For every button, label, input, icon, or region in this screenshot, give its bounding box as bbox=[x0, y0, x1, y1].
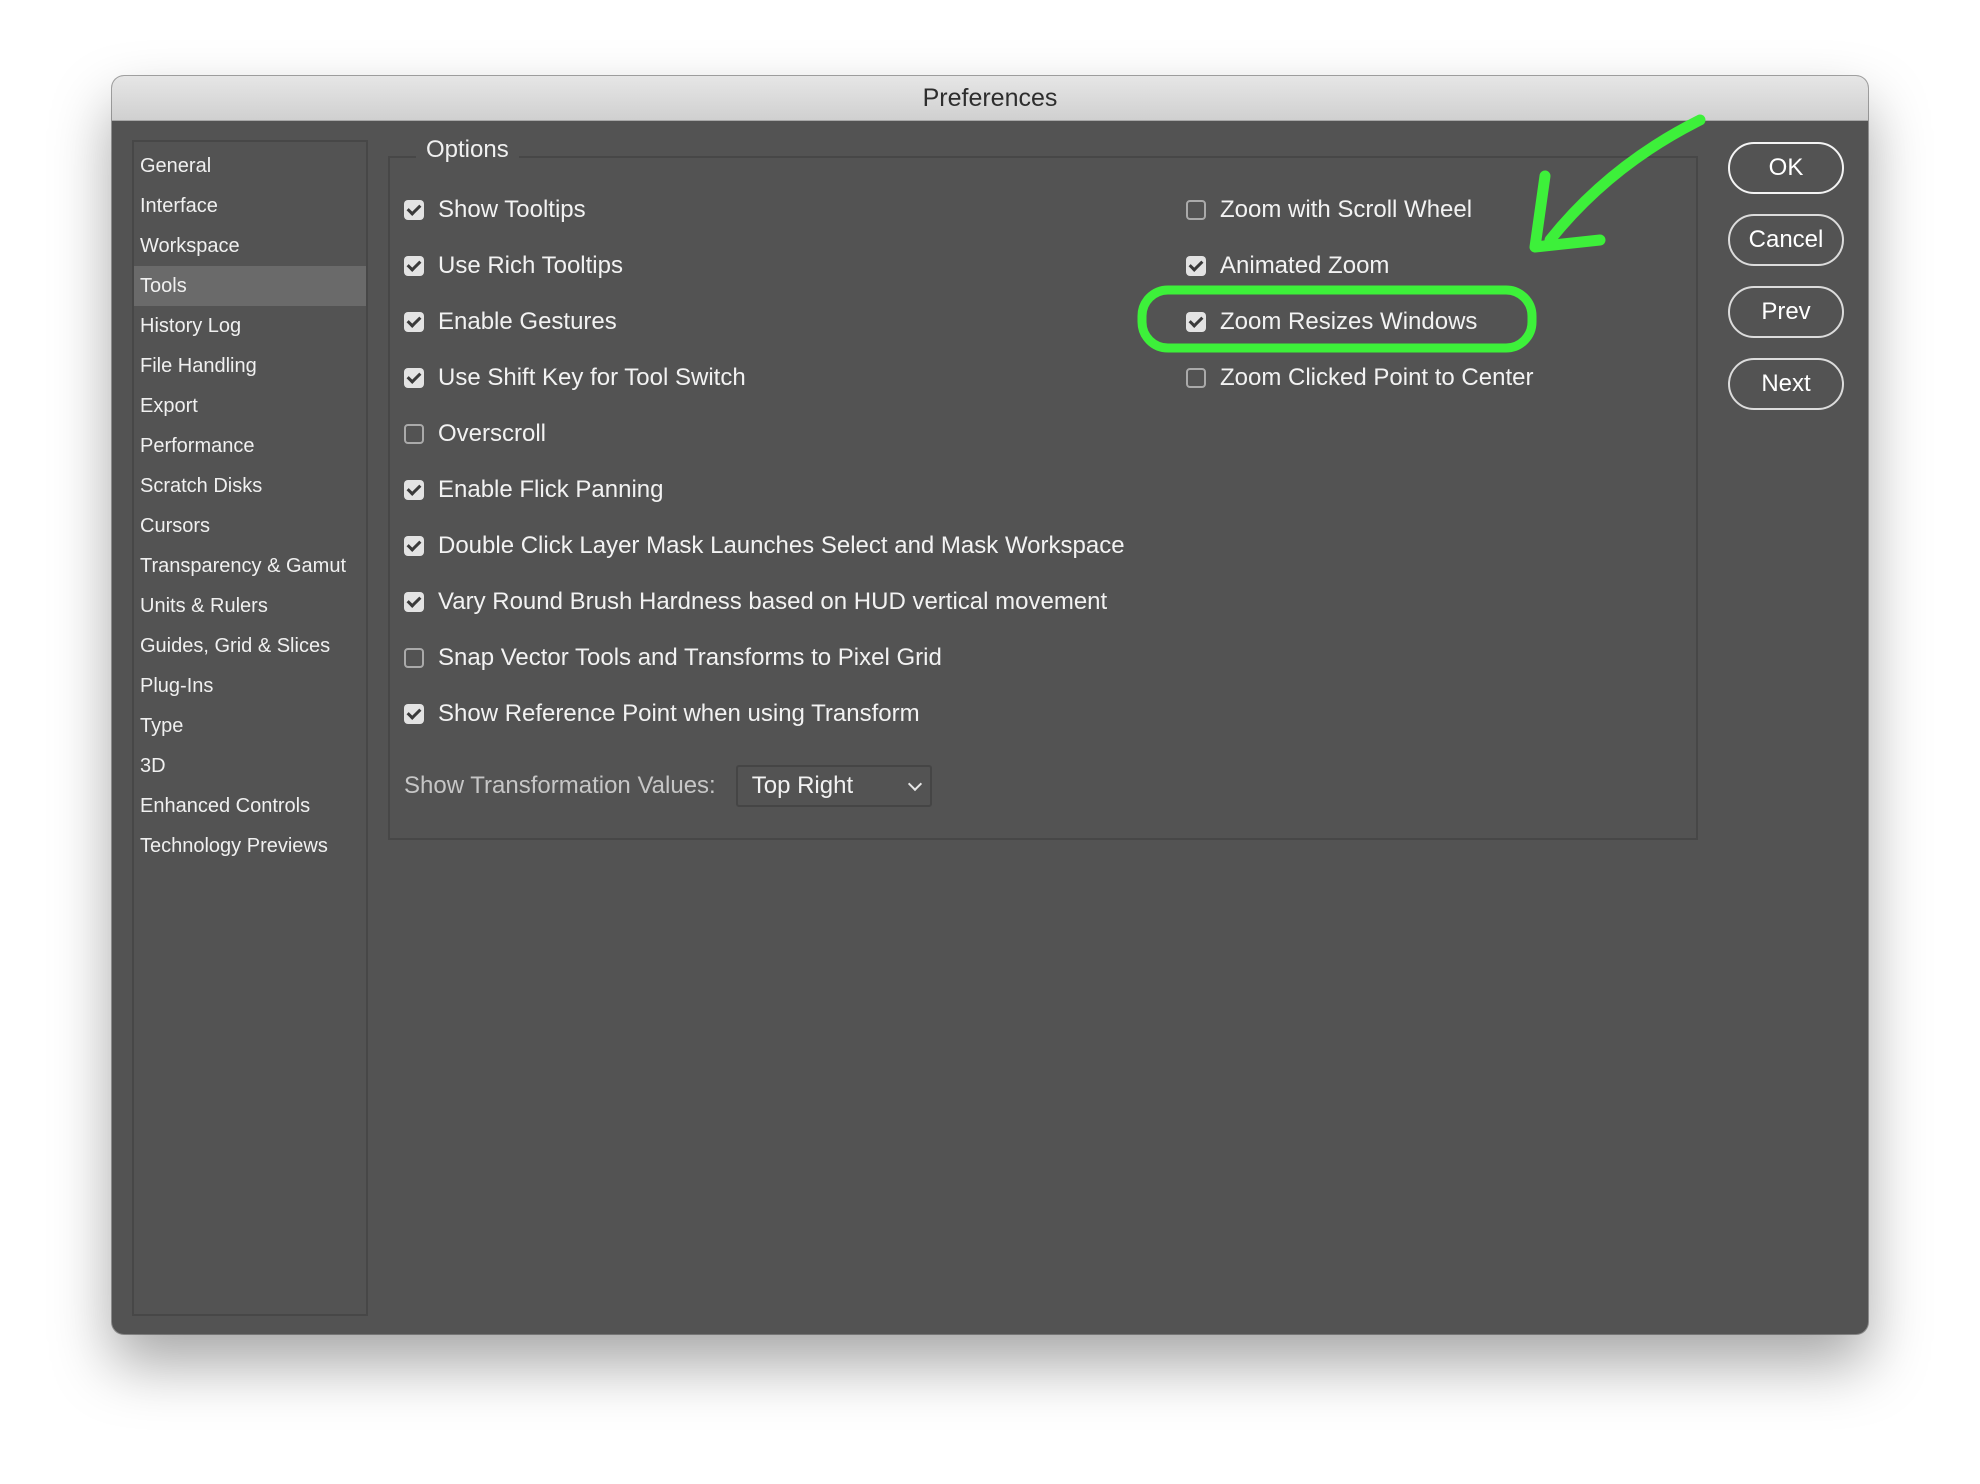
option-double-click-layer-mask[interactable]: Double Click Layer Mask Launches Select … bbox=[404, 526, 1125, 566]
option-enable-gestures[interactable]: Enable Gestures bbox=[404, 302, 617, 342]
sidebar-item-file-handling[interactable]: File Handling bbox=[134, 346, 366, 386]
sidebar-item-units-rulers[interactable]: Units & Rulers bbox=[134, 586, 366, 626]
sidebar-item-tools[interactable]: Tools bbox=[134, 266, 366, 306]
sidebar-item-scratch-disks[interactable]: Scratch Disks bbox=[134, 466, 366, 506]
option-animated-zoom[interactable]: Animated Zoom bbox=[1186, 246, 1389, 286]
checkbox-unchecked-icon[interactable] bbox=[404, 648, 424, 668]
option-label: Enable Gestures bbox=[438, 308, 617, 335]
option-zoom-resizes-windows[interactable]: Zoom Resizes Windows bbox=[1186, 302, 1477, 342]
sidebar-item-transparency-gamut[interactable]: Transparency & Gamut bbox=[134, 546, 366, 586]
sidebar-item-export[interactable]: Export bbox=[134, 386, 366, 426]
option-label: Enable Flick Panning bbox=[438, 476, 664, 503]
transformation-values-label: Show Transformation Values: bbox=[404, 772, 716, 799]
sidebar-item-history-log[interactable]: History Log bbox=[134, 306, 366, 346]
option-label: Animated Zoom bbox=[1220, 252, 1390, 279]
cancel-button[interactable]: Cancel bbox=[1728, 214, 1844, 266]
option-enable-flick-panning[interactable]: Enable Flick Panning bbox=[404, 470, 663, 510]
option-label: Zoom Clicked Point to Center bbox=[1220, 364, 1534, 391]
checkbox-checked-icon[interactable] bbox=[404, 368, 424, 388]
prev-button[interactable]: Prev bbox=[1728, 286, 1844, 338]
option-snap-vector-tools[interactable]: Snap Vector Tools and Transforms to Pixe… bbox=[404, 638, 942, 678]
option-label: Show Reference Point when using Transfor… bbox=[438, 700, 920, 727]
sidebar-item-technology-previews[interactable]: Technology Previews bbox=[134, 826, 366, 866]
checkbox-checked-icon[interactable] bbox=[404, 480, 424, 500]
sidebar-item-3d[interactable]: 3D bbox=[134, 746, 366, 786]
sidebar-item-general[interactable]: General bbox=[134, 146, 366, 186]
checkbox-unchecked-icon[interactable] bbox=[404, 424, 424, 444]
option-label: Vary Round Brush Hardness based on HUD v… bbox=[438, 588, 1108, 615]
checkbox-checked-icon[interactable] bbox=[1186, 256, 1206, 276]
checkbox-checked-icon[interactable] bbox=[404, 312, 424, 332]
next-button[interactable]: Next bbox=[1728, 358, 1844, 410]
sidebar-item-cursors[interactable]: Cursors bbox=[134, 506, 366, 546]
transformation-values-row: Show Transformation Values: Top Right bbox=[404, 764, 932, 808]
checkbox-checked-icon[interactable] bbox=[404, 256, 424, 276]
option-label: Show Tooltips bbox=[438, 196, 586, 223]
checkbox-unchecked-icon[interactable] bbox=[1186, 368, 1206, 388]
option-zoom-with-scroll-wheel[interactable]: Zoom with Scroll Wheel bbox=[1186, 190, 1472, 230]
transformation-values-selected: Top Right bbox=[751, 772, 854, 799]
chevron-down-icon bbox=[907, 776, 922, 792]
option-show-reference-point[interactable]: Show Reference Point when using Transfor… bbox=[404, 694, 920, 734]
option-overscroll[interactable]: Overscroll bbox=[404, 414, 546, 454]
checkbox-checked-icon[interactable] bbox=[404, 704, 424, 724]
sidebar-item-workspace[interactable]: Workspace bbox=[134, 226, 366, 266]
sidebar-item-guides-grid-slices[interactable]: Guides, Grid & Slices bbox=[134, 626, 366, 666]
options-group-label: Options bbox=[416, 136, 519, 164]
checkbox-checked-icon[interactable] bbox=[1186, 312, 1206, 332]
transformation-values-select[interactable]: Top Right bbox=[735, 765, 932, 807]
option-show-tooltips[interactable]: Show Tooltips bbox=[404, 190, 586, 230]
option-label: Zoom with Scroll Wheel bbox=[1220, 196, 1473, 223]
checkbox-unchecked-icon[interactable] bbox=[1186, 200, 1206, 220]
checkbox-checked-icon[interactable] bbox=[404, 200, 424, 220]
sidebar-item-performance[interactable]: Performance bbox=[134, 426, 366, 466]
option-use-rich-tooltips[interactable]: Use Rich Tooltips bbox=[404, 246, 623, 286]
checkbox-checked-icon[interactable] bbox=[404, 536, 424, 556]
sidebar-item-plug-ins[interactable]: Plug-Ins bbox=[134, 666, 366, 706]
option-label: Overscroll bbox=[438, 420, 547, 447]
options-group: Options Show Tooltips Use Rich Tooltips … bbox=[388, 136, 1698, 840]
option-label: Zoom Resizes Windows bbox=[1220, 308, 1478, 335]
preferences-dialog: Preferences General Interface Workspace … bbox=[112, 76, 1868, 1334]
option-label: Use Rich Tooltips bbox=[438, 252, 623, 279]
option-label: Double Click Layer Mask Launches Select … bbox=[438, 532, 1125, 559]
sidebar-item-interface[interactable]: Interface bbox=[134, 186, 366, 226]
option-use-shift-key[interactable]: Use Shift Key for Tool Switch bbox=[404, 358, 746, 398]
option-label: Snap Vector Tools and Transforms to Pixe… bbox=[438, 644, 942, 671]
preferences-sidebar: General Interface Workspace Tools Histor… bbox=[132, 140, 368, 1316]
option-zoom-clicked-point-to-center[interactable]: Zoom Clicked Point to Center bbox=[1186, 358, 1533, 398]
sidebar-item-enhanced-controls[interactable]: Enhanced Controls bbox=[134, 786, 366, 826]
option-vary-round-brush-hardness[interactable]: Vary Round Brush Hardness based on HUD v… bbox=[404, 582, 1107, 622]
ok-button[interactable]: OK bbox=[1728, 142, 1844, 194]
option-label: Use Shift Key for Tool Switch bbox=[438, 364, 746, 391]
checkbox-checked-icon[interactable] bbox=[404, 592, 424, 612]
window-title: Preferences bbox=[112, 76, 1868, 121]
sidebar-item-type[interactable]: Type bbox=[134, 706, 366, 746]
